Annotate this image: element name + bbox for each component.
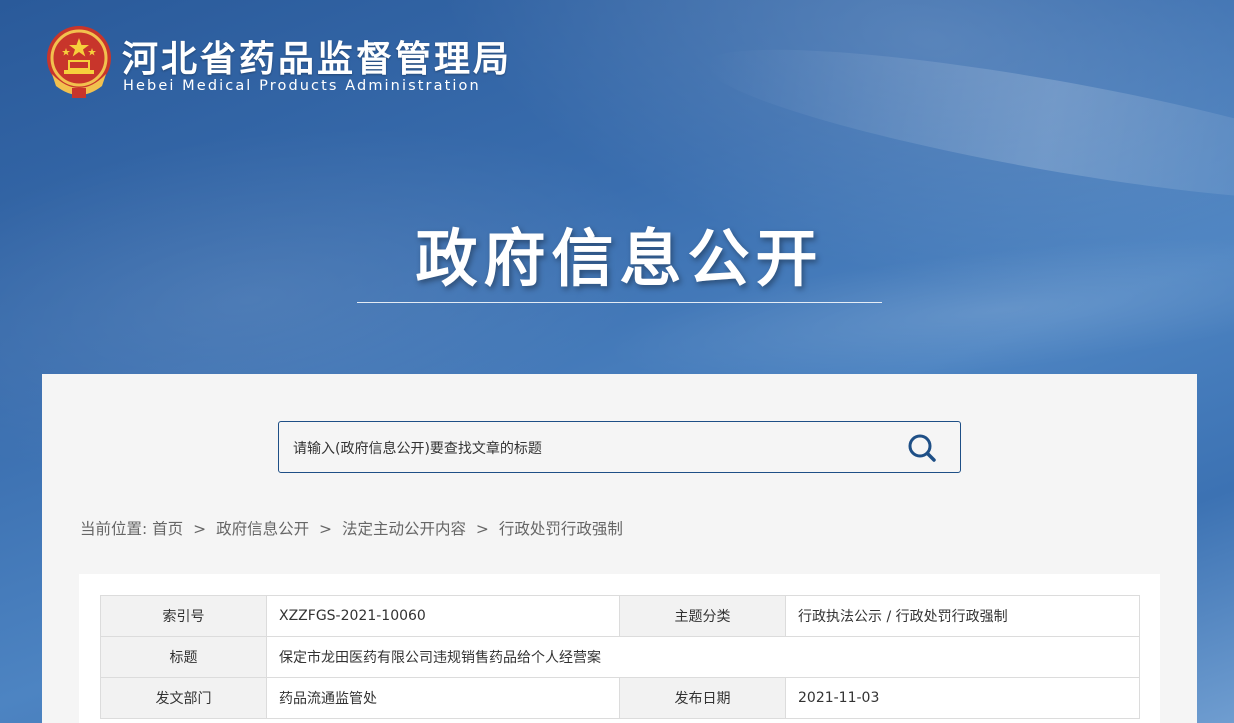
meta-key-department: 发文部门 [100,677,267,719]
national-emblem-icon[interactable] [44,24,114,100]
meta-value-title: 保定市龙田医药有限公司违规销售药品给个人经营案 [266,636,1140,678]
breadcrumb-home[interactable]: 首页 [152,520,183,538]
table-row: 发文部门 药品流通监管处 发布日期 2021-11-03 [100,677,1140,719]
meta-key-category: 主题分类 [619,595,786,637]
site-name-english: Hebei Medical Products Administration [123,78,481,94]
meta-key-index: 索引号 [100,595,267,637]
breadcrumb: 当前位置: 首页 > 政府信息公开 > 法定主动公开内容 > 行政处罚行政强制 [80,517,623,539]
breadcrumb-gov-info[interactable]: 政府信息公开 [216,520,309,538]
breadcrumb-prefix: 当前位置: [80,520,148,538]
search-icon[interactable] [906,432,938,464]
title-divider [357,302,882,303]
breadcrumb-statutory-content[interactable]: 法定主动公开内容 [342,520,466,538]
meta-value-department: 药品流通监管处 [266,677,620,719]
meta-value-index: XZZFGS-2021-10060 [266,595,620,637]
search-placeholder[interactable]: 请输入(政府信息公开)要查找文章的标题 [293,438,542,458]
meta-key-date: 发布日期 [619,677,786,719]
article-meta-panel: 索引号 XZZFGS-2021-10060 主题分类 行政执法公示 / 行政处罚… [79,574,1160,723]
main-content: 请输入(政府信息公开)要查找文章的标题 当前位置: 首页 > 政府信息公开 > … [42,374,1197,723]
meta-value-date: 2021-11-03 [785,677,1140,719]
table-row: 索引号 XZZFGS-2021-10060 主题分类 行政执法公示 / 行政处罚… [100,595,1140,637]
breadcrumb-separator: > [319,520,333,538]
breadcrumb-separator: > [475,520,489,538]
table-row: 标题 保定市龙田医药有限公司违规销售药品给个人经营案 [100,636,1140,678]
meta-key-title: 标题 [100,636,267,678]
meta-value-category: 行政执法公示 / 行政处罚行政强制 [785,595,1140,637]
site-name: 河北省药品监督管理局 [122,38,513,80]
breadcrumb-separator: > [193,520,207,538]
article-meta-table: 索引号 XZZFGS-2021-10060 主题分类 行政执法公示 / 行政处罚… [100,595,1140,719]
search-input[interactable]: 请输入(政府信息公开)要查找文章的标题 [278,421,961,473]
breadcrumb-penalty[interactable]: 行政处罚行政强制 [499,520,623,538]
page-title: 政府信息公开 [415,222,824,295]
